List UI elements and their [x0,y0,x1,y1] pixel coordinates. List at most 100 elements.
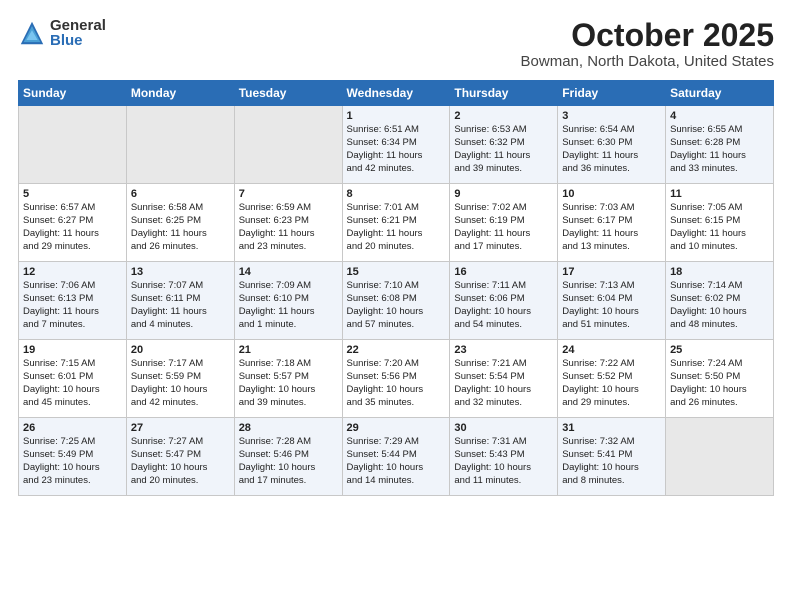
table-row [234,106,342,184]
day-info: Sunrise: 7:28 AM Sunset: 5:46 PM Dayligh… [239,436,338,487]
col-monday: Monday [126,81,234,106]
day-info: Sunrise: 7:17 AM Sunset: 5:59 PM Dayligh… [131,358,230,409]
day-info: Sunrise: 7:13 AM Sunset: 6:04 PM Dayligh… [562,280,661,331]
day-info: Sunrise: 7:06 AM Sunset: 6:13 PM Dayligh… [23,280,122,331]
table-row: 14 Sunrise: 7:09 AM Sunset: 6:10 PM Dayli… [234,262,342,340]
day-info: Sunrise: 6:54 AM Sunset: 6:30 PM Dayligh… [562,124,661,175]
table-row: 8 Sunrise: 7:01 AM Sunset: 6:21 PM Daylig… [342,184,450,262]
table-row: 3 Sunrise: 6:54 AM Sunset: 6:30 PM Daylig… [558,106,666,184]
col-thursday: Thursday [450,81,558,106]
day-info: Sunrise: 7:11 AM Sunset: 6:06 PM Dayligh… [454,280,553,331]
col-tuesday: Tuesday [234,81,342,106]
day-number: 5 [23,188,122,200]
day-number: 29 [347,422,446,434]
day-number: 23 [454,344,553,356]
calendar-header-row: Sunday Monday Tuesday Wednesday Thursday… [19,81,774,106]
table-row: 7 Sunrise: 6:59 AM Sunset: 6:23 PM Daylig… [234,184,342,262]
calendar-week-row: 26 Sunrise: 7:25 AM Sunset: 5:49 PM Dayli… [19,418,774,496]
day-number: 22 [347,344,446,356]
day-info: Sunrise: 7:31 AM Sunset: 5:43 PM Dayligh… [454,436,553,487]
day-number: 9 [454,188,553,200]
table-row: 24 Sunrise: 7:22 AM Sunset: 5:52 PM Dayli… [558,340,666,418]
table-row: 16 Sunrise: 7:11 AM Sunset: 6:06 PM Dayli… [450,262,558,340]
table-row [19,106,127,184]
day-info: Sunrise: 7:25 AM Sunset: 5:49 PM Dayligh… [23,436,122,487]
day-number: 4 [670,110,769,122]
logo-general: General [50,18,106,33]
day-number: 30 [454,422,553,434]
calendar-week-row: 1 Sunrise: 6:51 AM Sunset: 6:34 PM Daylig… [19,106,774,184]
day-info: Sunrise: 6:58 AM Sunset: 6:25 PM Dayligh… [131,202,230,253]
day-number: 2 [454,110,553,122]
day-number: 24 [562,344,661,356]
day-number: 18 [670,266,769,278]
day-info: Sunrise: 7:15 AM Sunset: 6:01 PM Dayligh… [23,358,122,409]
day-number: 10 [562,188,661,200]
table-row: 12 Sunrise: 7:06 AM Sunset: 6:13 PM Dayli… [19,262,127,340]
table-row: 4Sunrise: 6:55 AM Sunset: 6:28 PM Daylig… [666,106,774,184]
day-number: 21 [239,344,338,356]
day-info: Sunrise: 7:22 AM Sunset: 5:52 PM Dayligh… [562,358,661,409]
logo: General Blue [18,18,106,48]
day-info: Sunrise: 7:21 AM Sunset: 5:54 PM Dayligh… [454,358,553,409]
day-number: 26 [23,422,122,434]
table-row: 30 Sunrise: 7:31 AM Sunset: 5:43 PM Dayli… [450,418,558,496]
day-number: 1 [347,110,446,122]
day-number: 8 [347,188,446,200]
col-friday: Friday [558,81,666,106]
day-number: 31 [562,422,661,434]
table-row: 1 Sunrise: 6:51 AM Sunset: 6:34 PM Daylig… [342,106,450,184]
calendar-week-row: 12 Sunrise: 7:06 AM Sunset: 6:13 PM Dayli… [19,262,774,340]
col-wednesday: Wednesday [342,81,450,106]
day-info: Sunrise: 7:18 AM Sunset: 5:57 PM Dayligh… [239,358,338,409]
table-row: 31 Sunrise: 7:32 AM Sunset: 5:41 PM Dayli… [558,418,666,496]
day-info: Sunrise: 7:10 AM Sunset: 6:08 PM Dayligh… [347,280,446,331]
calendar-title: October 2025 [521,18,774,53]
day-info: Sunrise: 7:29 AM Sunset: 5:44 PM Dayligh… [347,436,446,487]
day-info: Sunrise: 7:32 AM Sunset: 5:41 PM Dayligh… [562,436,661,487]
day-info: Sunrise: 6:51 AM Sunset: 6:34 PM Dayligh… [347,124,446,175]
logo-text: General Blue [50,18,106,48]
day-number: 12 [23,266,122,278]
page: General Blue October 2025 Bowman, North … [0,0,792,612]
table-row: 5 Sunrise: 6:57 AM Sunset: 6:27 PM Daylig… [19,184,127,262]
day-number: 20 [131,344,230,356]
table-row: 9 Sunrise: 7:02 AM Sunset: 6:19 PM Daylig… [450,184,558,262]
day-number: 14 [239,266,338,278]
calendar-table: Sunday Monday Tuesday Wednesday Thursday… [18,80,774,496]
day-number: 13 [131,266,230,278]
day-number: 28 [239,422,338,434]
day-number: 15 [347,266,446,278]
calendar-week-row: 19 Sunrise: 7:15 AM Sunset: 6:01 PM Dayli… [19,340,774,418]
table-row: 23 Sunrise: 7:21 AM Sunset: 5:54 PM Dayli… [450,340,558,418]
table-row: 13Sunrise: 7:07 AM Sunset: 6:11 PM Dayli… [126,262,234,340]
table-row: 27Sunrise: 7:27 AM Sunset: 5:47 PM Dayli… [126,418,234,496]
day-info: Sunrise: 7:27 AM Sunset: 5:47 PM Dayligh… [131,436,230,487]
day-info: Sunrise: 7:02 AM Sunset: 6:19 PM Dayligh… [454,202,553,253]
day-info: Sunrise: 7:09 AM Sunset: 6:10 PM Dayligh… [239,280,338,331]
table-row: 26 Sunrise: 7:25 AM Sunset: 5:49 PM Dayli… [19,418,127,496]
day-number: 7 [239,188,338,200]
day-info: Sunrise: 6:59 AM Sunset: 6:23 PM Dayligh… [239,202,338,253]
table-row [126,106,234,184]
table-row: 2 Sunrise: 6:53 AM Sunset: 6:32 PM Daylig… [450,106,558,184]
logo-blue: Blue [50,33,106,48]
table-row: 11Sunrise: 7:05 AM Sunset: 6:15 PM Dayli… [666,184,774,262]
day-number: 19 [23,344,122,356]
day-info: Sunrise: 7:01 AM Sunset: 6:21 PM Dayligh… [347,202,446,253]
table-row: 28 Sunrise: 7:28 AM Sunset: 5:46 PM Dayli… [234,418,342,496]
table-row: 6Sunrise: 6:58 AM Sunset: 6:25 PM Daylig… [126,184,234,262]
table-row: 29 Sunrise: 7:29 AM Sunset: 5:44 PM Dayli… [342,418,450,496]
day-info: Sunrise: 7:14 AM Sunset: 6:02 PM Dayligh… [670,280,769,331]
day-info: Sunrise: 7:24 AM Sunset: 5:50 PM Dayligh… [670,358,769,409]
day-number: 16 [454,266,553,278]
col-saturday: Saturday [666,81,774,106]
table-row: 17 Sunrise: 7:13 AM Sunset: 6:04 PM Dayli… [558,262,666,340]
calendar-subtitle: Bowman, North Dakota, United States [521,53,774,70]
logo-icon [18,19,46,47]
day-info: Sunrise: 6:53 AM Sunset: 6:32 PM Dayligh… [454,124,553,175]
day-number: 3 [562,110,661,122]
day-number: 25 [670,344,769,356]
day-number: 17 [562,266,661,278]
day-info: Sunrise: 6:57 AM Sunset: 6:27 PM Dayligh… [23,202,122,253]
